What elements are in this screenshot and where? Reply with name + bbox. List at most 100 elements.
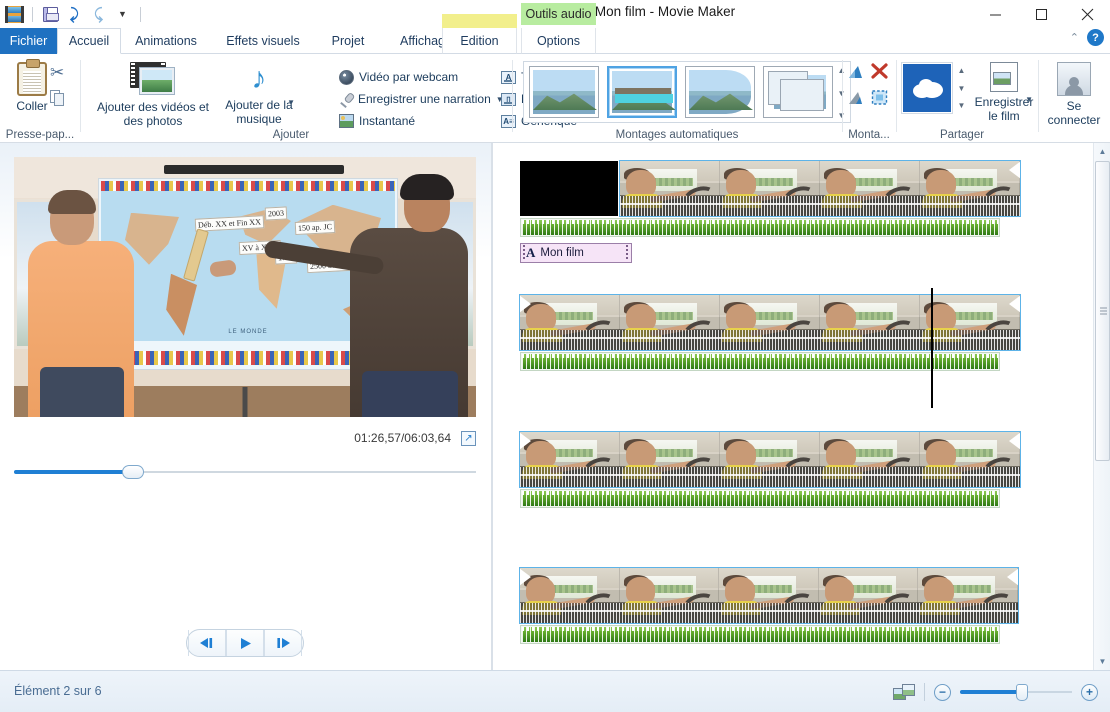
save-movie-button[interactable]: Enregistrer le film ▼ [973, 62, 1035, 123]
share-scroll-buttons[interactable]: ▲ ▼ ▼ [954, 63, 969, 113]
zoom-handle[interactable] [1016, 684, 1028, 701]
chevron-down-icon: ▼ [1025, 93, 1033, 107]
sign-in-label: Se connecter [1043, 99, 1105, 127]
window-controls [972, 0, 1110, 28]
playhead[interactable] [931, 288, 933, 408]
fade-in-button[interactable] [847, 64, 864, 82]
add-videos-photos-button[interactable]: Ajouter des vidéos et des photos [93, 62, 213, 128]
webcam-icon [339, 70, 354, 85]
add-videos-photos-label: Ajouter des vidéos et des photos [93, 100, 213, 128]
scrollbar-thumb[interactable] [1095, 161, 1110, 461]
tab-edition[interactable]: Edition [442, 28, 517, 54]
chevron-down-icon: ▼ [118, 9, 127, 19]
record-narration-label: Enregistrer une narration [358, 92, 491, 106]
storyboard-view-icon[interactable] [893, 684, 915, 701]
webcam-video-button[interactable]: Vidéo par webcam [339, 66, 458, 88]
black-clip[interactable] [520, 161, 618, 216]
ribbon-group-share: ▲ ▼ ▼ Enregistrer le film ▼ Partager [897, 54, 1037, 143]
zoom-in-button[interactable]: + [1081, 684, 1098, 701]
play-button[interactable] [226, 630, 264, 656]
video-clip[interactable] [620, 161, 1020, 216]
tab-accueil[interactable]: Accueil [57, 28, 121, 54]
scroll-up-icon[interactable]: ▲ [958, 66, 966, 75]
theme-thumb-1[interactable] [607, 66, 677, 118]
audio-track[interactable] [520, 625, 1000, 644]
title-clip[interactable]: A Mon film [520, 243, 632, 263]
undo-button[interactable]: ⤹ [64, 4, 85, 25]
close-button[interactable] [1064, 0, 1110, 28]
tab-options[interactable]: Options [521, 28, 596, 54]
ribbon-group-editing: Monta... [843, 54, 895, 143]
theme-thumb-0[interactable] [529, 66, 599, 118]
customize-qat-button[interactable]: ▼ [112, 4, 133, 25]
clip-waveform-overlay [520, 330, 1020, 350]
movie-maker-window: ⤹ ⤹ ▼ Outils vidéo Outils audio Mon film… [0, 0, 1110, 712]
group-title-automovie: Montages automatiques [513, 129, 841, 141]
tripod-pole [243, 387, 248, 417]
zoom-out-button[interactable]: − [934, 684, 951, 701]
fade-out-button[interactable] [847, 90, 864, 108]
seek-slider[interactable] [14, 465, 476, 479]
video-clip[interactable] [520, 295, 1020, 350]
tab-projet[interactable]: Projet [315, 28, 381, 54]
record-narration-button[interactable]: Enregistrer une narration ▼ [339, 88, 504, 110]
timeline-scrollbar[interactable]: ▲ ▼ [1093, 143, 1110, 670]
sign-in-button[interactable]: Se connecter [1043, 62, 1105, 127]
seek-fill [14, 470, 128, 474]
tab-animations[interactable]: Animations [121, 28, 211, 54]
next-frame-button[interactable] [264, 630, 302, 656]
app-menu-button[interactable] [4, 4, 25, 25]
share-expand-icon[interactable]: ▼ [958, 101, 966, 110]
cut-button[interactable]: ✂ [50, 64, 64, 81]
paste-button[interactable]: Coller [8, 62, 56, 113]
help-button[interactable]: ? [1087, 29, 1104, 46]
select-icon [871, 90, 888, 105]
timeline-panel[interactable]: A Mon film [493, 143, 1085, 670]
scrollbar-grip [1100, 308, 1107, 315]
zoom-slider[interactable] [960, 685, 1072, 699]
theme-thumb-3[interactable] [763, 66, 833, 118]
clip-edge-marker [520, 295, 531, 313]
scroll-down-icon[interactable]: ▼ [958, 84, 966, 93]
group-title-share: Partager [897, 129, 1027, 141]
onedrive-button[interactable] [901, 62, 953, 114]
video-clip[interactable] [520, 568, 1018, 623]
scroll-down-button[interactable]: ▼ [1094, 653, 1110, 670]
tab-effets-visuels[interactable]: Effets visuels [211, 28, 315, 54]
tab-fichier[interactable]: Fichier [0, 28, 57, 54]
seek-handle[interactable] [122, 465, 144, 479]
fade-in-icon [847, 64, 864, 79]
timecode: 01:26,57/06:03,64 [354, 431, 451, 445]
ribbon-group-clipboard: Coller ✂ Presse-pap... [0, 54, 80, 143]
collapse-ribbon-button[interactable]: ⌃ [1070, 31, 1079, 44]
snapshot-label: Instantané [359, 114, 415, 128]
scissors-icon: ✂ [50, 63, 64, 82]
undo-icon: ⤹ [70, 7, 79, 22]
timecode-row: 01:26,57/06:03,64 ↗ [14, 427, 476, 449]
clip-edge-marker [520, 432, 531, 450]
theme-thumb-2[interactable] [685, 66, 755, 118]
redo-button[interactable]: ⤹ [88, 4, 109, 25]
clip-edge-marker [1009, 432, 1020, 450]
select-all-button[interactable] [871, 90, 888, 108]
preview-pane: Déb. XX et Fin XX 2003 150 ap. JC XV à X… [0, 143, 491, 670]
theme-thumbnails [529, 66, 833, 118]
clipboard-icon [17, 62, 47, 96]
video-clip[interactable] [520, 432, 1020, 487]
add-music-button[interactable]: ♪ Ajouter de la musique ▼ [215, 62, 303, 126]
fullscreen-icon[interactable]: ↗ [461, 431, 476, 446]
maximize-button[interactable] [1018, 0, 1064, 28]
minimize-button[interactable] [972, 0, 1018, 28]
scroll-up-button[interactable]: ▲ [1094, 143, 1110, 160]
map-tag: 150 ap. JC [295, 220, 336, 235]
remove-icon [871, 63, 888, 79]
save-button[interactable] [40, 4, 61, 25]
audio-track[interactable] [520, 352, 1000, 371]
video-preview[interactable]: Déb. XX et Fin XX 2003 150 ap. JC XV à X… [14, 157, 476, 417]
remove-button[interactable] [871, 63, 888, 82]
automovie-gallery[interactable]: ▲ ▼ ▼ [523, 61, 851, 123]
audio-track[interactable] [520, 218, 1000, 237]
play-icon [237, 637, 253, 650]
audio-track[interactable] [520, 489, 1000, 508]
previous-frame-button[interactable] [188, 630, 226, 656]
